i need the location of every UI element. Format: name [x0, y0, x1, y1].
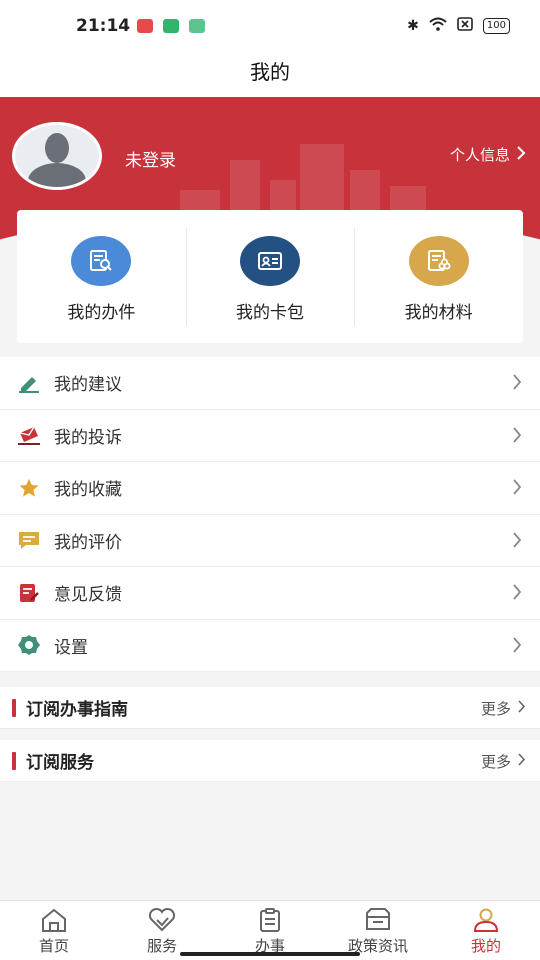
quick-action-label: 我的办件 — [67, 303, 136, 323]
bottom-tab-bar: 首页 服务 办事 政策资讯 我的 — [0, 900, 540, 960]
menu-item-label: 我的建议 — [54, 375, 122, 396]
status-bar: 21:14 ✱ 100 — [0, 0, 540, 52]
subscribe-guide-section: 订阅办事指南 更多 — [0, 687, 540, 729]
nav-bar: 我的 — [0, 52, 540, 97]
section-title: 订阅办事指南 — [26, 700, 128, 720]
more-link[interactable]: 更多 — [481, 698, 526, 719]
tab-label: 服务 — [146, 937, 177, 955]
feedback-icon — [17, 583, 41, 603]
bluetooth-icon: ✱ — [407, 18, 419, 34]
more-label: 更多 — [480, 700, 511, 718]
chevron-right-icon — [517, 699, 526, 718]
chevron-right-icon — [512, 636, 522, 658]
personal-info-label: 个人信息 — [449, 146, 510, 164]
materials-icon — [408, 236, 469, 286]
sim-icon — [457, 17, 473, 35]
section-accent-bar — [12, 698, 16, 717]
chevron-right-icon — [512, 426, 522, 448]
quick-action-label: 我的材料 — [404, 303, 473, 323]
home-indicator[interactable] — [180, 952, 360, 956]
menu-item-favorites[interactable]: 我的收藏 — [0, 462, 540, 515]
notification-app-icon — [189, 19, 205, 33]
avatar-head — [45, 133, 69, 163]
quick-action-my-cases[interactable]: 我的办件 — [17, 210, 186, 343]
home-icon — [42, 908, 66, 932]
system-icons: ✱ 100 — [407, 17, 510, 35]
tab-home[interactable]: 首页 — [0, 901, 108, 960]
wifi-icon — [429, 17, 447, 35]
quick-action-label: 我的卡包 — [236, 303, 304, 323]
more-label: 更多 — [480, 753, 511, 771]
status-time: 21:14 — [76, 16, 131, 36]
chevron-right-icon — [512, 373, 522, 395]
id-card-icon — [240, 236, 300, 286]
chevron-right-icon — [516, 145, 526, 165]
avatar-body — [28, 163, 86, 187]
battery-indicator: 100 — [482, 18, 510, 34]
section-title: 订阅服务 — [26, 753, 94, 773]
menu-item-suggestions[interactable]: 我的建议 — [0, 357, 540, 410]
heart-tag-icon — [148, 907, 176, 932]
subscribe-service-section: 订阅服务 更多 — [0, 740, 540, 782]
menu-item-reviews[interactable]: 我的评价 — [0, 515, 540, 567]
news-icon — [366, 908, 390, 930]
user-icon — [473, 908, 499, 932]
menu-item-feedback[interactable]: 意见反馈 — [0, 567, 540, 620]
quick-action-my-wallet[interactable]: 我的卡包 — [185, 210, 355, 343]
menu-item-label: 我的投诉 — [54, 427, 122, 448]
more-link[interactable]: 更多 — [481, 751, 526, 772]
quick-action-my-materials[interactable]: 我的材料 — [354, 210, 523, 343]
menu-item-label: 意见反馈 — [54, 585, 122, 606]
chevron-right-icon — [512, 478, 522, 500]
clipboard-icon — [260, 908, 280, 932]
chevron-right-icon — [517, 752, 526, 771]
star-icon — [17, 478, 41, 498]
personal-info-link[interactable]: 个人信息 — [450, 144, 526, 165]
search-document-icon — [71, 236, 132, 286]
menu-item-settings[interactable]: 设置 — [0, 620, 540, 672]
menu-item-complaints[interactable]: 我的投诉 — [0, 410, 540, 462]
edit-pen-icon — [17, 373, 41, 393]
menu-item-label: 我的收藏 — [54, 480, 122, 501]
tab-mine[interactable]: 我的 — [432, 901, 540, 960]
menu-item-label: 我的评价 — [54, 532, 122, 553]
tab-label: 我的 — [470, 937, 501, 955]
settings-menu: 我的建议 我的投诉 我的收藏 我的评价 意见反馈 设置 — [0, 357, 540, 672]
gear-icon — [17, 635, 41, 656]
avatar[interactable] — [12, 122, 102, 190]
chevron-right-icon — [512, 583, 522, 605]
page-title: 我的 — [250, 60, 290, 84]
chevron-right-icon — [512, 531, 522, 553]
comment-icon — [17, 530, 41, 550]
login-status[interactable]: 未登录 — [125, 146, 176, 171]
notification-app-icon — [137, 19, 153, 33]
notification-app-icon — [163, 19, 179, 33]
complaint-icon — [17, 425, 41, 446]
tab-label: 首页 — [38, 937, 69, 955]
quick-actions-card: 我的办件 我的卡包 我的材料 — [17, 210, 523, 343]
section-accent-bar — [12, 751, 16, 770]
menu-item-label: 设置 — [54, 637, 88, 658]
